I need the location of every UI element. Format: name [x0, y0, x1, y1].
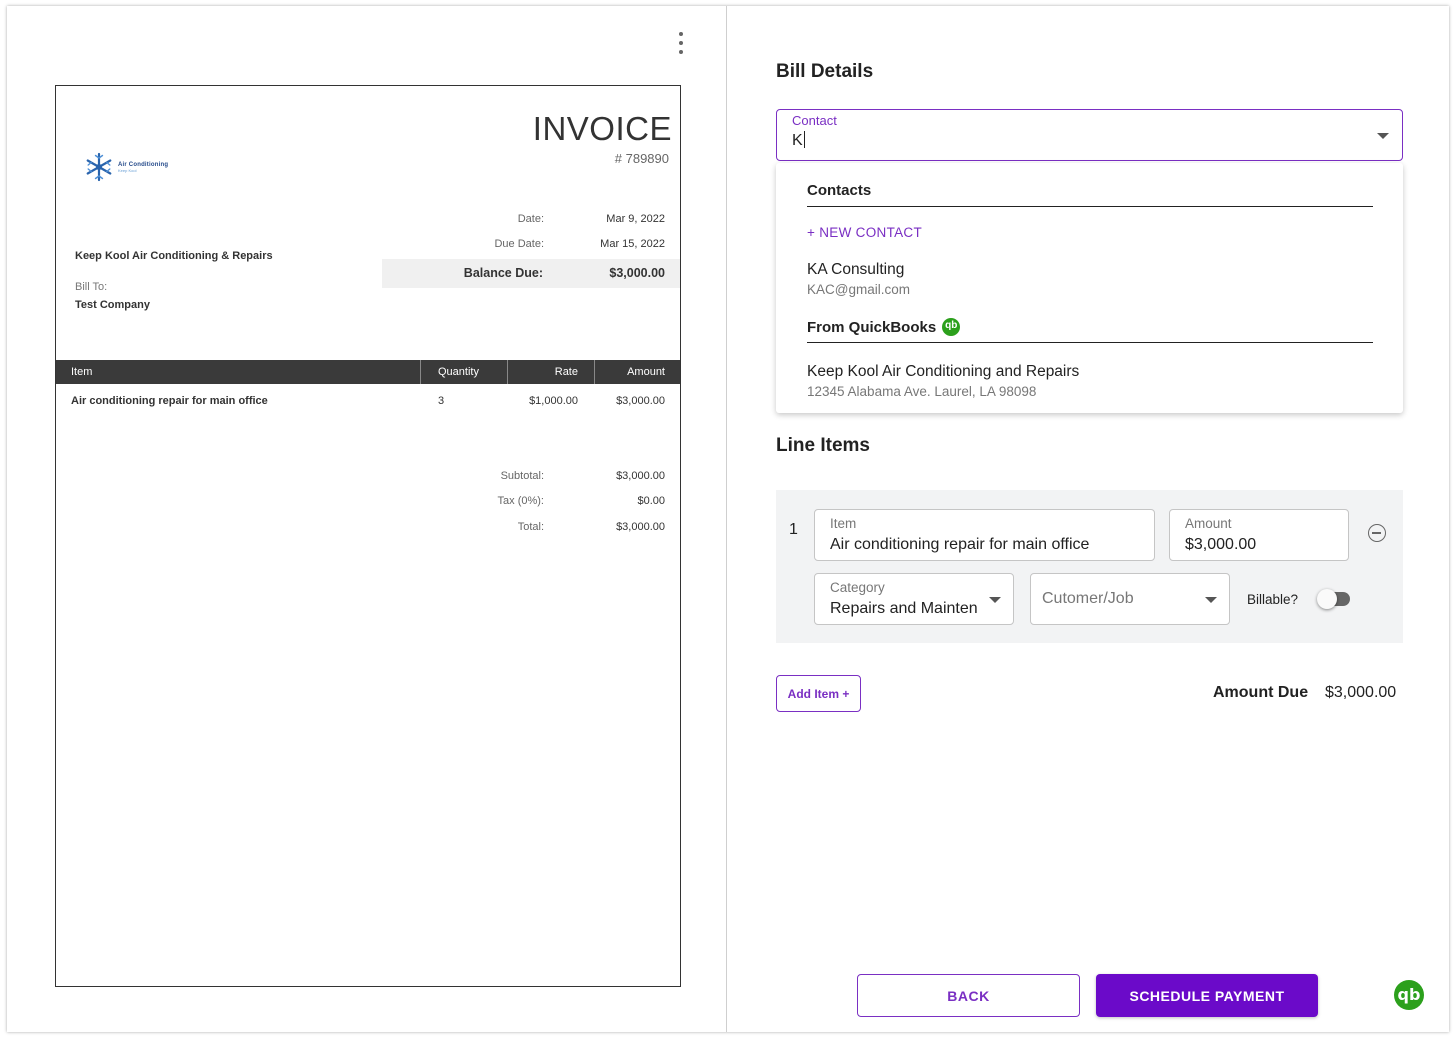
invoice-preview-panel: Air Conditioning Keep Kool INVOICE # 789…: [7, 6, 727, 1032]
dropdown-arrow-icon: [1205, 597, 1217, 603]
bill-details-heading: Bill Details: [776, 61, 874, 82]
column-header-rate: Rate: [554, 366, 578, 378]
column-header-item: Item: [71, 366, 93, 378]
invoice-number: # 789890: [614, 151, 669, 166]
balance-due-label: Balance Due:: [463, 266, 543, 280]
back-button[interactable]: BACK: [857, 974, 1080, 1017]
column-header-amount: Amount: [627, 366, 665, 378]
dropdown-arrow-icon[interactable]: [1377, 133, 1389, 139]
bill-to-value: Test Company: [75, 299, 150, 311]
balance-due-value: $3,000.00: [609, 266, 665, 280]
contact-option-name: KA Consulting: [807, 261, 905, 278]
quickbooks-section-header: From QuickBooks: [807, 313, 1373, 343]
item-field[interactable]: Item Air conditioning repair for main of…: [814, 509, 1155, 561]
toggle-knob: [1317, 589, 1337, 609]
column-divider: [420, 360, 421, 384]
quickbooks-heading: From QuickBooks: [807, 319, 937, 336]
contact-field[interactable]: Contact K: [776, 109, 1403, 161]
category-value: Repairs and Mainten: [830, 600, 978, 617]
table-row-amount: $3,000.00: [616, 395, 665, 407]
new-contact-option[interactable]: + NEW CONTACT: [807, 225, 922, 240]
invoice-table-header: Item Quantity Rate Amount: [56, 360, 680, 384]
snowflake-logo-icon: [86, 152, 112, 182]
amount-due-value: $3,000.00: [1325, 684, 1397, 701]
company-logo: Air Conditioning Keep Kool: [84, 150, 174, 184]
billable-toggle[interactable]: [1317, 589, 1350, 609]
column-header-quantity: Quantity: [438, 366, 479, 378]
category-select[interactable]: Category Repairs and Mainten: [814, 573, 1014, 625]
contact-input-text: K: [792, 132, 803, 149]
total-value: $3,000.00: [616, 521, 665, 533]
total-label: Total:: [517, 521, 544, 533]
contact-option-email: KAC@gmail.com: [807, 282, 910, 297]
due-date-value: Mar 15, 2022: [600, 238, 665, 250]
add-item-button[interactable]: Add Item +: [776, 675, 861, 712]
line-item-number: 1: [789, 521, 798, 538]
date-value: Mar 9, 2022: [606, 213, 665, 225]
text-cursor: [803, 131, 805, 148]
amount-input[interactable]: $3,000.00: [1185, 536, 1256, 554]
invoice-title: INVOICE: [532, 110, 672, 147]
quickbooks-option-name: Keep Kool Air Conditioning and Repairs: [807, 363, 1080, 380]
quickbooks-contact-option[interactable]: Keep Kool Air Conditioning and Repairs 1…: [807, 363, 1079, 399]
line-items-heading: Line Items: [776, 435, 870, 456]
contacts-heading: Contacts: [807, 182, 872, 199]
quickbooks-icon[interactable]: [1394, 980, 1424, 1010]
dropdown-arrow-icon: [989, 597, 1001, 603]
contact-input[interactable]: K: [792, 131, 805, 150]
customer-job-placeholder: Cutomer/Job: [1042, 590, 1134, 607]
contact-dropdown-menu: Contacts + NEW CONTACT KA Consulting KAC…: [776, 163, 1403, 413]
amount-label: Amount: [1185, 516, 1232, 531]
tax-label: Tax (0%):: [497, 495, 544, 507]
due-date-label: Due Date:: [494, 238, 544, 250]
quickbooks-icon: [942, 318, 961, 336]
item-input[interactable]: Air conditioning repair for main office: [830, 536, 1148, 554]
contact-label: Contact: [792, 113, 837, 128]
date-label: Date:: [517, 213, 544, 225]
logo-text-secondary: Keep Kool: [118, 167, 137, 173]
quickbooks-option-address: 12345 Alabama Ave. Laurel, LA 98098: [807, 384, 1037, 399]
table-row-quantity: 3: [438, 395, 445, 407]
customer-job-select[interactable]: Cutomer/Job: [1030, 573, 1230, 625]
remove-circle-icon[interactable]: [1368, 524, 1386, 542]
line-item-card: 1 Item Air conditioning repair for main …: [776, 490, 1403, 643]
subtotal-label: Subtotal:: [500, 470, 544, 482]
kebab-menu-icon[interactable]: [675, 32, 687, 54]
table-row-item: Air conditioning repair for main office: [71, 395, 268, 407]
amount-due-label: Amount Due: [1213, 684, 1309, 701]
balance-due-box: Balance Due: $3,000.00: [382, 259, 680, 288]
invoice-document: Air Conditioning Keep Kool INVOICE # 789…: [55, 85, 681, 987]
amount-field[interactable]: Amount $3,000.00: [1169, 509, 1349, 561]
billable-label: Billable?: [1247, 592, 1299, 607]
app-window: Air Conditioning Keep Kool INVOICE # 789…: [7, 6, 1449, 1032]
contacts-section-header: Contacts: [807, 177, 1373, 207]
tax-value: $0.00: [637, 495, 665, 507]
contact-option[interactable]: KA Consulting KAC@gmail.com: [807, 261, 910, 297]
item-label: Item: [830, 516, 857, 531]
from-company: Keep Kool Air Conditioning & Repairs: [75, 250, 273, 262]
schedule-payment-button[interactable]: SCHEDULE PAYMENT: [1096, 974, 1318, 1017]
category-label: Category: [830, 580, 885, 595]
bill-to-label: Bill To:: [75, 281, 108, 293]
subtotal-value: $3,000.00: [616, 470, 665, 482]
